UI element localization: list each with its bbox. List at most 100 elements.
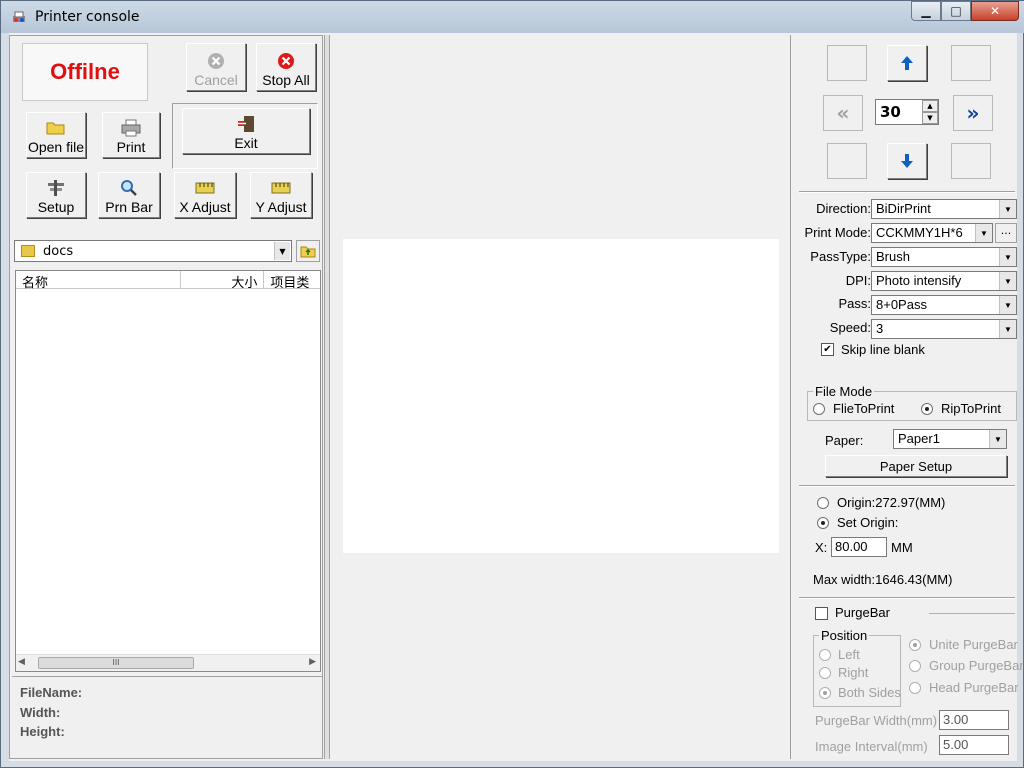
purgebar-divider — [929, 613, 1015, 614]
folder-select[interactable]: docs ▼ — [14, 240, 292, 262]
passtype-select[interactable]: Brush ▼ — [871, 247, 1017, 267]
file-to-print-radio[interactable] — [813, 403, 825, 415]
left-radio[interactable] — [819, 649, 831, 661]
preview-canvas[interactable] — [343, 239, 779, 553]
exit-label: Exit — [234, 135, 258, 151]
file-mode-title: File Mode — [813, 384, 875, 399]
scroll-thumb[interactable]: III — [38, 657, 194, 669]
spin-down-icon[interactable]: ▼ — [922, 112, 938, 124]
paper-setup-button[interactable]: Paper Setup — [825, 455, 1007, 477]
print-mode-value: CCKMMY1H*6 — [876, 225, 963, 240]
nav-blank-button — [827, 45, 867, 81]
chevron-down-icon[interactable]: ▼ — [274, 242, 290, 260]
move-up-button[interactable] — [887, 45, 927, 81]
scroll-right-icon[interactable]: ▶ — [309, 657, 316, 667]
y-adjust-label: Y Adjust — [255, 199, 307, 215]
file-info: FileName: Width: Height: — [12, 676, 322, 756]
parent-folder-button[interactable] — [296, 240, 320, 262]
spin-up-icon[interactable]: ▲ — [922, 100, 938, 112]
setup-tools-icon — [45, 179, 67, 197]
close-button[interactable]: ✕ — [971, 1, 1019, 21]
pass-select[interactable]: 8+0Pass ▼ — [871, 295, 1017, 315]
set-origin-label: Set Origin: — [837, 515, 899, 530]
app-icon — [13, 11, 25, 22]
image-interval-label: Image Interval(mm) — [815, 739, 928, 754]
print-button[interactable]: Print — [102, 112, 160, 158]
folder-open-icon — [45, 119, 67, 137]
minimize-button[interactable]: ▁ — [911, 1, 941, 21]
panel-splitter[interactable] — [324, 35, 330, 759]
position-title: Position — [819, 628, 870, 643]
head-purgebar-radio[interactable] — [909, 682, 921, 694]
speed-label: Speed: — [829, 320, 871, 335]
horizontal-scrollbar[interactable]: ◀ III ▶ — [16, 654, 320, 671]
rip-to-print-radio[interactable] — [921, 403, 933, 415]
max-width-label: Max width:1646.43(MM) — [813, 572, 953, 587]
open-file-button[interactable]: Open file — [26, 112, 86, 158]
step-spinner[interactable]: 30 ▲ ▼ — [875, 99, 939, 125]
both-sides-radio[interactable] — [819, 687, 831, 699]
move-down-button[interactable] — [887, 143, 927, 179]
print-mode-more-button[interactable]: ... — [995, 223, 1017, 243]
column-type[interactable]: 项目类 — [264, 271, 320, 291]
chevron-down-icon: ▼ — [999, 200, 1016, 218]
double-right-icon: » — [966, 101, 980, 125]
dpi-select[interactable]: Photo intensify ▼ — [871, 271, 1017, 291]
column-name[interactable]: 名称 — [16, 271, 181, 291]
file-list[interactable]: 名称 大小 项目类 ◀ III ▶ — [15, 270, 321, 672]
prn-bar-button[interactable]: Prn Bar — [98, 172, 160, 218]
nav-blank-button — [827, 143, 867, 179]
chevron-down-icon: ▼ — [989, 430, 1006, 448]
maximize-button[interactable]: □ — [941, 1, 971, 21]
y-adjust-button[interactable]: Y Adjust — [250, 172, 312, 218]
chevron-down-icon: ▼ — [975, 224, 992, 242]
paper-value: Paper1 — [898, 431, 940, 446]
origin-radio[interactable] — [817, 497, 829, 509]
move-right-button[interactable]: » — [953, 95, 993, 131]
scroll-left-icon[interactable]: ◀ — [18, 657, 25, 667]
x-adjust-button[interactable]: X Adjust — [174, 172, 236, 218]
image-interval-input[interactable]: 5.00 — [939, 735, 1009, 755]
skip-blank-checkbox[interactable]: ✔ — [821, 343, 834, 356]
step-value[interactable]: 30 — [880, 103, 901, 121]
print-label: Print — [116, 139, 146, 155]
stop-all-button[interactable]: Stop All — [256, 43, 316, 91]
group-purgebar-radio[interactable] — [909, 660, 921, 672]
set-origin-radio[interactable] — [817, 517, 829, 529]
purgebar-checkbox[interactable] — [815, 607, 828, 620]
stop-all-label: Stop All — [262, 72, 310, 88]
passtype-label: PassType: — [810, 249, 871, 264]
right-label: Right — [838, 665, 869, 680]
unite-purgebar-radio[interactable] — [909, 639, 921, 651]
dpi-value: Photo intensify — [876, 273, 962, 288]
right-radio[interactable] — [819, 667, 831, 679]
purgebar-width-input[interactable]: 3.00 — [939, 710, 1009, 730]
folder-name: docs — [43, 243, 74, 259]
exit-door-icon — [235, 115, 257, 133]
origin-x-input[interactable]: 80.00 — [831, 537, 887, 557]
height-label: Height: — [20, 724, 65, 739]
open-file-label: Open file — [27, 139, 85, 155]
right-panel: « 30 ▲ ▼ » Direction: BiDirPrint ▼ Print … — [795, 35, 1024, 759]
left-panel: Offilne Cancel Stop All Open file Print … — [9, 35, 323, 759]
divider — [799, 597, 1015, 599]
file-to-print-label: FlieToPrint — [833, 401, 895, 416]
paper-select[interactable]: Paper1 ▼ — [893, 429, 1007, 449]
print-mode-select[interactable]: CCKMMY1H*6 ▼ — [871, 223, 993, 243]
head-purgebar-label: Head PurgeBar — [929, 680, 1019, 695]
column-size[interactable]: 大小 — [180, 271, 265, 291]
move-left-button[interactable]: « — [823, 95, 863, 131]
arrow-up-icon — [901, 56, 913, 70]
purgebar-label: PurgeBar — [835, 605, 890, 620]
cancel-button[interactable]: Cancel — [186, 43, 246, 91]
chevron-down-icon: ▼ — [999, 248, 1016, 266]
folder-icon — [21, 245, 35, 257]
passtype-value: Brush — [876, 249, 910, 264]
pass-label: Pass: — [838, 296, 871, 311]
setup-button[interactable]: Setup — [26, 172, 86, 218]
direction-select[interactable]: BiDirPrint ▼ — [871, 199, 1017, 219]
exit-button[interactable]: Exit — [182, 108, 310, 154]
speed-select[interactable]: 3 ▼ — [871, 319, 1017, 339]
paper-label: Paper: — [825, 433, 864, 448]
ruler-icon — [270, 179, 292, 197]
